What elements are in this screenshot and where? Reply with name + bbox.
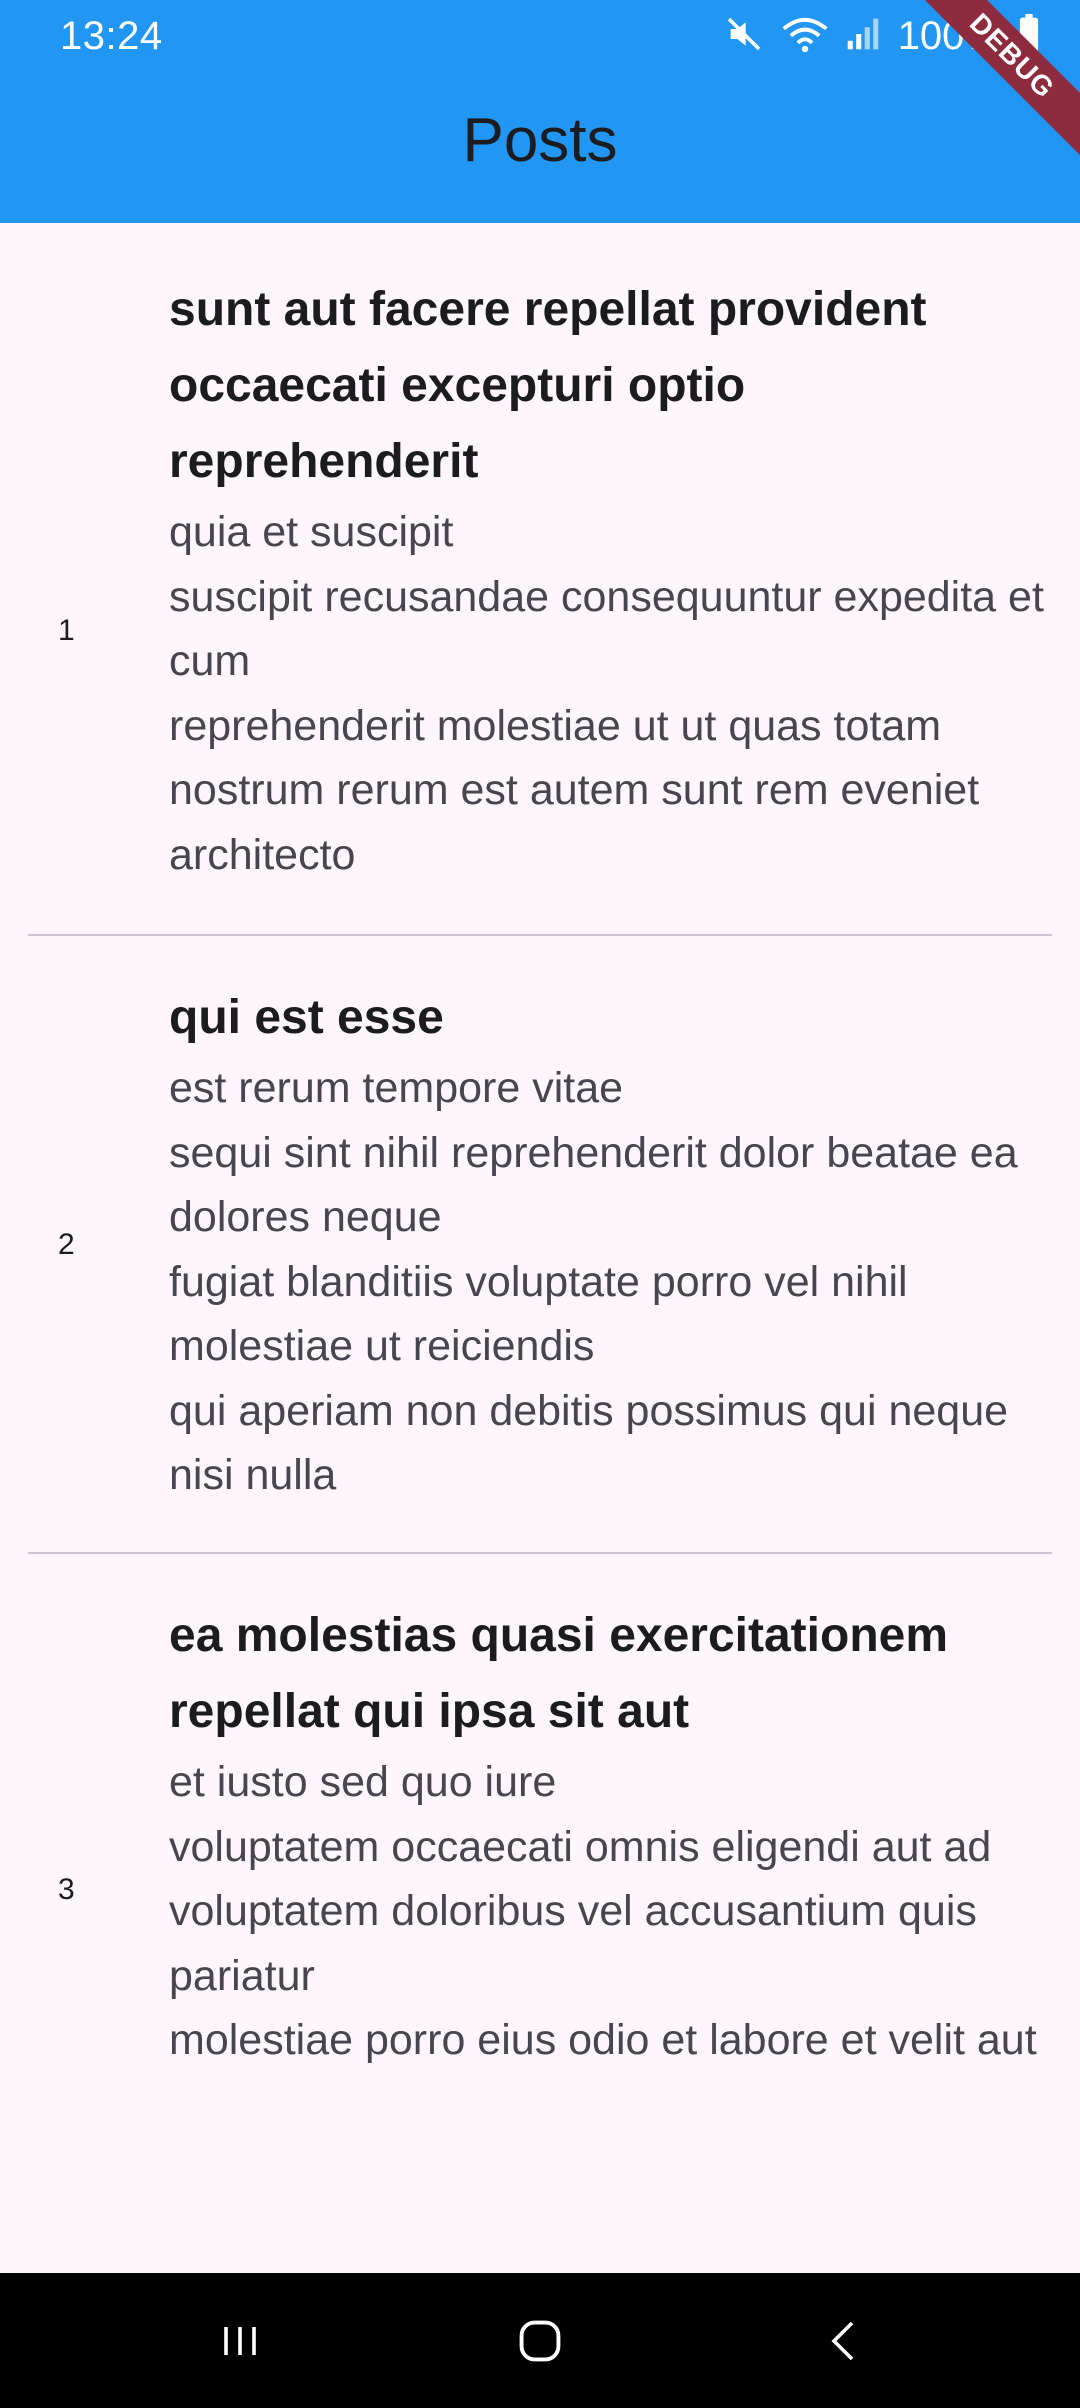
post-body: quia et suscipit suscipit recusandae con…	[169, 508, 1044, 879]
post-body: est rerum tempore vitae sequi sint nihil…	[169, 1064, 1018, 1499]
post-body: et iusto sed quo iure voluptatem occaeca…	[169, 1758, 1037, 2064]
home-icon	[514, 2315, 566, 2372]
status-time: 13:24	[60, 14, 163, 58]
wifi-icon	[782, 14, 828, 59]
recent-apps-icon	[216, 2317, 264, 2370]
post-id: 3	[58, 1873, 75, 1906]
post-content: sunt aut facere repellat provident occae…	[169, 272, 1049, 887]
post-id: 1	[58, 614, 75, 647]
back-icon	[820, 2317, 868, 2370]
screen: 13:24 100% Posts DEBUG 1 sunt aut facere…	[0, 0, 1080, 2408]
mute-icon	[724, 14, 764, 59]
battery-percent: 100%	[897, 13, 1000, 58]
divider	[28, 934, 1052, 936]
post-title: qui est esse	[169, 991, 444, 1044]
post-id: 2	[58, 1228, 75, 1261]
post-content: qui est esse est rerum tempore vitae seq…	[169, 980, 1049, 1508]
back-button[interactable]	[804, 2303, 884, 2383]
page-title: Posts	[462, 106, 618, 175]
post-title: ea molestias quasi exercitationem repell…	[169, 1609, 949, 1738]
post-title: sunt aut facere repellat provident occae…	[169, 283, 927, 488]
status-icons: 100%	[724, 10, 1040, 62]
divider	[28, 1552, 1052, 1554]
battery-icon	[1018, 13, 1040, 59]
recent-apps-button[interactable]	[200, 2303, 280, 2383]
signal-icon	[846, 14, 880, 59]
app-bar: 13:24 100% Posts DEBUG	[0, 0, 1080, 223]
home-button[interactable]	[500, 2303, 580, 2383]
navigation-bar	[0, 2273, 1080, 2408]
post-content: ea molestias quasi exercitationem repell…	[169, 1598, 1049, 2073]
